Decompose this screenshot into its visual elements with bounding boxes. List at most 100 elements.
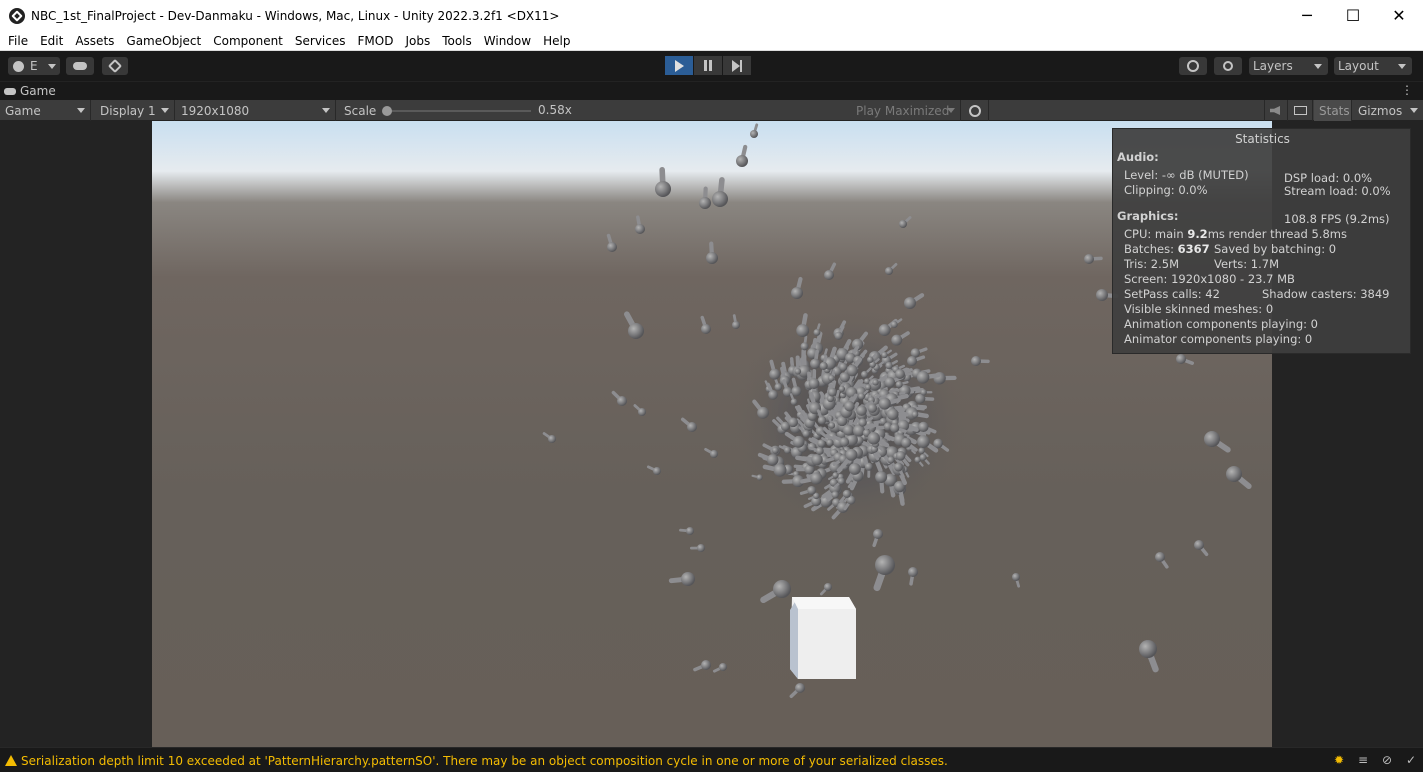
play-icon	[674, 59, 684, 72]
menu-tools[interactable]: Tools	[438, 34, 476, 48]
fps-value: 108.8 FPS (9.2ms)	[1284, 212, 1390, 226]
pause-button[interactable]	[694, 56, 722, 75]
menu-window[interactable]: Window	[480, 34, 535, 48]
bullet-sphere	[872, 379, 879, 386]
bug-icon	[969, 104, 981, 117]
bullet-sphere	[839, 362, 848, 372]
stats-toggle[interactable]: Stats	[1314, 100, 1352, 121]
play-button[interactable]	[665, 56, 693, 75]
account-label: E	[30, 59, 38, 73]
bullet-sphere	[736, 155, 748, 167]
account-dropdown[interactable]: E	[8, 57, 60, 75]
cache-server-icon[interactable]: ≡	[1355, 753, 1371, 767]
menu-gameobject[interactable]: GameObject	[122, 34, 205, 48]
bug-button[interactable]	[963, 100, 989, 121]
account-icon	[13, 60, 24, 72]
bullet-sphere	[832, 472, 839, 479]
menu-fmod[interactable]: FMOD	[354, 34, 398, 48]
layout-dropdown[interactable]: Layout	[1334, 57, 1412, 75]
chevron-down-icon	[947, 108, 955, 113]
saved-by-batching: Saved by batching: 0	[1214, 242, 1337, 256]
gamepad-icon	[4, 87, 16, 95]
bullet-sphere	[687, 422, 697, 432]
maximize-button[interactable]: ☐	[1330, 0, 1376, 31]
bullet-sphere	[791, 287, 803, 299]
console-message[interactable]: Serialization depth limit 10 exceeded at…	[21, 754, 948, 768]
bullet-sphere	[894, 369, 905, 379]
bullet-sphere	[904, 297, 916, 309]
menu-services[interactable]: Services	[291, 34, 350, 48]
tab-game[interactable]: Game	[4, 84, 56, 98]
play-controls	[665, 56, 752, 75]
statistics-panel: Statistics Audio: Level: -∞ dB (MUTED) C…	[1112, 128, 1411, 354]
bullet-sphere	[794, 368, 802, 375]
bullet-sphere	[819, 361, 828, 370]
bullet-sphere	[697, 544, 705, 552]
graphics-header: Graphics:	[1117, 209, 1179, 223]
resolution-dropdown[interactable]: 1920x1080	[176, 100, 336, 121]
menu-assets[interactable]: Assets	[71, 34, 118, 48]
scale-slider[interactable]	[382, 106, 531, 116]
bullet-sphere	[815, 446, 824, 455]
bullet-sphere	[908, 567, 918, 577]
gizmos-label: Gizmos	[1358, 103, 1403, 118]
resolution-label: 1920x1080	[181, 103, 250, 118]
bullet-sphere	[1226, 466, 1242, 482]
view-mode-label: Game	[5, 103, 41, 118]
bullet-sphere	[1012, 573, 1020, 581]
bullet-sphere	[617, 396, 627, 406]
play-mode-dropdown[interactable]: Play Maximized	[851, 100, 961, 121]
bullet-sphere	[655, 181, 671, 197]
bullet-sphere	[890, 320, 898, 329]
layers-dropdown[interactable]: Layers	[1249, 57, 1328, 75]
game-render-view[interactable]	[152, 121, 1272, 747]
gizmos-dropdown[interactable]: Gizmos	[1353, 100, 1423, 121]
batches-line: Batches: 6367	[1124, 242, 1210, 256]
menu-edit[interactable]: Edit	[36, 34, 67, 48]
step-button[interactable]	[723, 56, 751, 75]
bullet-sphere	[706, 252, 718, 264]
bullet-sphere	[732, 321, 740, 329]
mute-audio-button[interactable]	[1264, 100, 1288, 121]
search-button[interactable]	[1214, 57, 1242, 75]
auto-generate-lighting-icon[interactable]: ⊘	[1379, 753, 1395, 767]
bullet-sphere	[887, 456, 895, 464]
bullet-sphere	[885, 361, 893, 370]
bullet-sphere	[1204, 431, 1220, 447]
bug-icon[interactable]: ✹	[1331, 753, 1347, 767]
setpass-calls: SetPass calls: 42	[1124, 287, 1220, 301]
view-mode-dropdown[interactable]: Game	[0, 100, 91, 121]
minimize-button[interactable]: ─	[1284, 0, 1330, 31]
bullet-sphere	[842, 489, 851, 498]
bullet-sphere	[800, 342, 809, 351]
keyboard-shortcuts-button[interactable]	[1289, 100, 1313, 121]
collab-button[interactable]	[102, 57, 128, 75]
keyboard-icon	[1294, 106, 1307, 115]
batches-prefix: Batches:	[1124, 242, 1178, 256]
bullet-sphere	[686, 527, 694, 535]
menu-help[interactable]: Help	[539, 34, 574, 48]
cloud-button[interactable]	[66, 57, 94, 75]
bullet-sphere	[885, 267, 893, 275]
bullet-sphere	[878, 324, 891, 336]
menu-jobs[interactable]: Jobs	[401, 34, 434, 48]
display-dropdown[interactable]: Display 1	[95, 100, 175, 121]
scale-slider-handle[interactable]	[382, 106, 392, 116]
speaker-mute-icon	[1270, 106, 1280, 115]
stream-load: Stream load: 0.0%	[1284, 184, 1391, 198]
status-bar[interactable]: Serialization depth limit 10 exceeded at…	[0, 747, 1423, 772]
title-bar: NBC_1st_FinalProject - Dev-Danmaku - Win…	[0, 0, 1423, 31]
bullet-sphere	[810, 472, 823, 485]
bullet-sphere	[895, 380, 903, 388]
undo-history-button[interactable]	[1179, 57, 1207, 75]
chevron-down-icon	[1398, 64, 1406, 69]
close-button[interactable]: ✕	[1376, 0, 1422, 31]
pause-icon	[704, 60, 712, 71]
menu-component[interactable]: Component	[209, 34, 287, 48]
checkmark-icon[interactable]: ✓	[1403, 753, 1419, 767]
bullet-sphere	[890, 423, 900, 433]
menu-file[interactable]: File	[4, 34, 32, 48]
play-mode-label: Play Maximized	[856, 103, 950, 118]
game-view-toolbar: Game Display 1 1920x1080 Scale 0.58x Pla…	[0, 100, 1423, 121]
more-options-icon[interactable]: ⋮	[1401, 83, 1413, 97]
